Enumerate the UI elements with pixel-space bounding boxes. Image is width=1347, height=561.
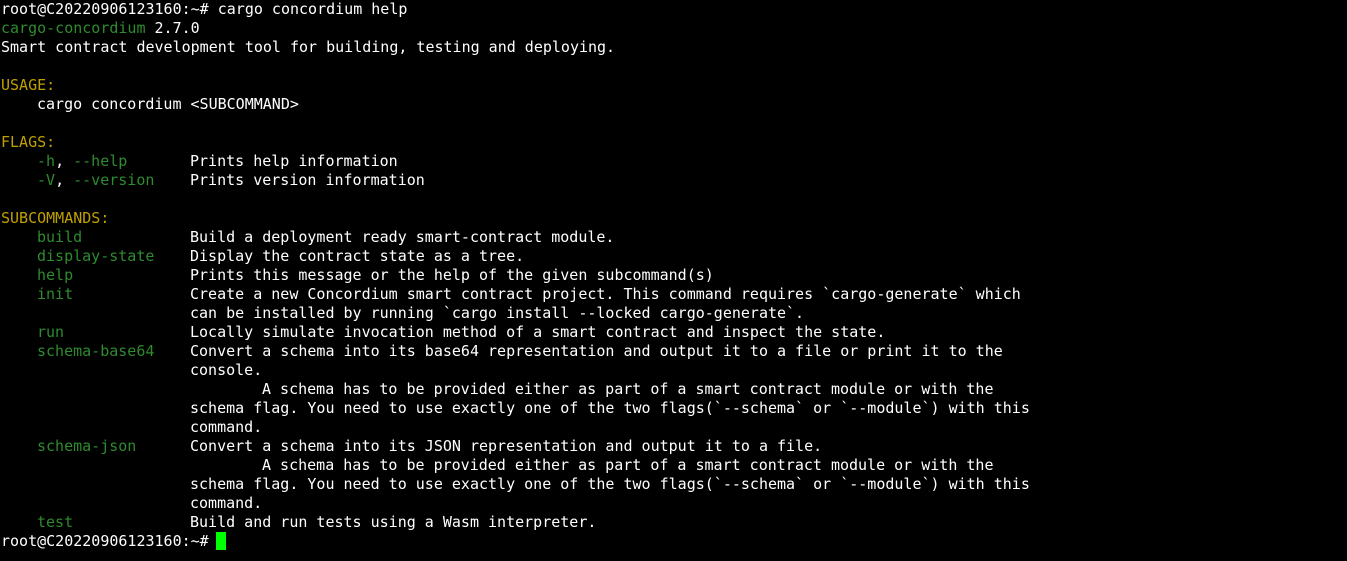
flag-short: -V xyxy=(37,171,56,189)
flag-row: -h, --help Prints help information xyxy=(1,152,1347,171)
flags-header: FLAGS: xyxy=(1,133,56,151)
subcommand-row: help Prints this message or the help of t… xyxy=(1,266,1347,285)
subcommand-row: build Build a deployment ready smart-cont… xyxy=(1,228,1347,247)
flag-separator: , xyxy=(55,171,74,189)
subcommand-description: Prints this message or the help of the g… xyxy=(190,266,714,284)
subcommand-row: init Create a new Concordium smart contra… xyxy=(1,285,1347,304)
subcommand-name: run xyxy=(37,323,65,341)
tool-description: Smart contract development tool for buil… xyxy=(1,38,616,56)
subcommand-description: Build and run tests using a Wasm interpr… xyxy=(190,513,597,531)
flags-list: -h, --help Prints help information -V, --v… xyxy=(1,152,1347,190)
subcommand-note-continued: schema flag. You need to use exactly one… xyxy=(190,475,1030,493)
usage-header: USAGE: xyxy=(1,76,56,94)
subcommand-description: Convert a schema into its JSON represent… xyxy=(190,437,823,455)
subcommand-name: test xyxy=(37,513,74,531)
subcommand-row: schema-json Convert a schema into its JSO… xyxy=(1,437,1347,456)
tool-version: 2.7.0 xyxy=(154,19,200,37)
flag-short: -h xyxy=(37,152,56,170)
subcommand-description-continued: console. xyxy=(190,361,263,379)
subcommand-description: Display the contract state as a tree. xyxy=(190,247,525,265)
subcommand-description-continued: can be installed by running `cargo insta… xyxy=(190,304,805,322)
command-line: root@C20220906123160:~# cargo concordium… xyxy=(1,0,1347,19)
subcommand-name: schema-base64 xyxy=(37,342,155,360)
terminal-window[interactable]: root@C20220906123160:~# cargo concordium… xyxy=(0,0,1347,561)
flag-description: Prints version information xyxy=(190,171,425,189)
cursor xyxy=(215,532,226,550)
prompt: root@C20220906123160:~# xyxy=(1,0,209,18)
subcommand-name: help xyxy=(37,266,74,284)
usage-line: cargo concordium <SUBCOMMAND> xyxy=(37,95,299,113)
subcommand-name: init xyxy=(37,285,74,303)
subcommands-list: build Build a deployment ready smart-cont… xyxy=(1,228,1347,532)
subcommand-name: schema-json xyxy=(37,437,137,455)
subcommand-description: Create a new Concordium smart contract p… xyxy=(190,285,1021,303)
flag-description: Prints help information xyxy=(190,152,398,170)
subcommand-note: A schema has to be provided either as pa… xyxy=(262,456,994,474)
subcommands-header: SUBCOMMANDS: xyxy=(1,209,110,227)
flag-long: --help xyxy=(73,152,128,170)
subcommand-row: test Build and run tests using a Wasm int… xyxy=(1,513,1347,532)
prompt: root@C20220906123160:~# xyxy=(1,532,209,550)
flag-names: -h, --help xyxy=(37,152,190,171)
subcommand-row: run Locally simulate invocation method of… xyxy=(1,323,1347,342)
subcommand-row: display-state Display the contract state … xyxy=(1,247,1347,266)
tool-name: cargo-concordium xyxy=(1,19,146,37)
subcommand-note-continued: command. xyxy=(190,418,263,436)
command-text: cargo concordium help xyxy=(217,0,408,18)
subcommand-description: Convert a schema into its base64 represe… xyxy=(190,342,1003,360)
flag-long: --version xyxy=(73,171,155,189)
subcommand-row: schema-base64 Convert a schema into its b… xyxy=(1,342,1347,361)
subcommand-note-continued: schema flag. You need to use exactly one… xyxy=(190,399,1030,417)
flag-names: -V, --version xyxy=(37,171,190,190)
subcommand-description: Locally simulate invocation method of a … xyxy=(190,323,886,341)
final-prompt-line[interactable]: root@C20220906123160:~# xyxy=(1,532,1347,551)
subcommand-note: A schema has to be provided either as pa… xyxy=(262,380,994,398)
subcommand-name: display-state xyxy=(37,247,155,265)
version-line: cargo-concordium 2.7.0 xyxy=(1,19,1347,38)
subcommand-description: Build a deployment ready smart-contract … xyxy=(190,228,615,246)
subcommand-note-continued: command. xyxy=(190,494,263,512)
flag-separator: , xyxy=(55,152,74,170)
flag-row: -V, --version Prints version information xyxy=(1,171,1347,190)
subcommand-name: build xyxy=(37,228,83,246)
